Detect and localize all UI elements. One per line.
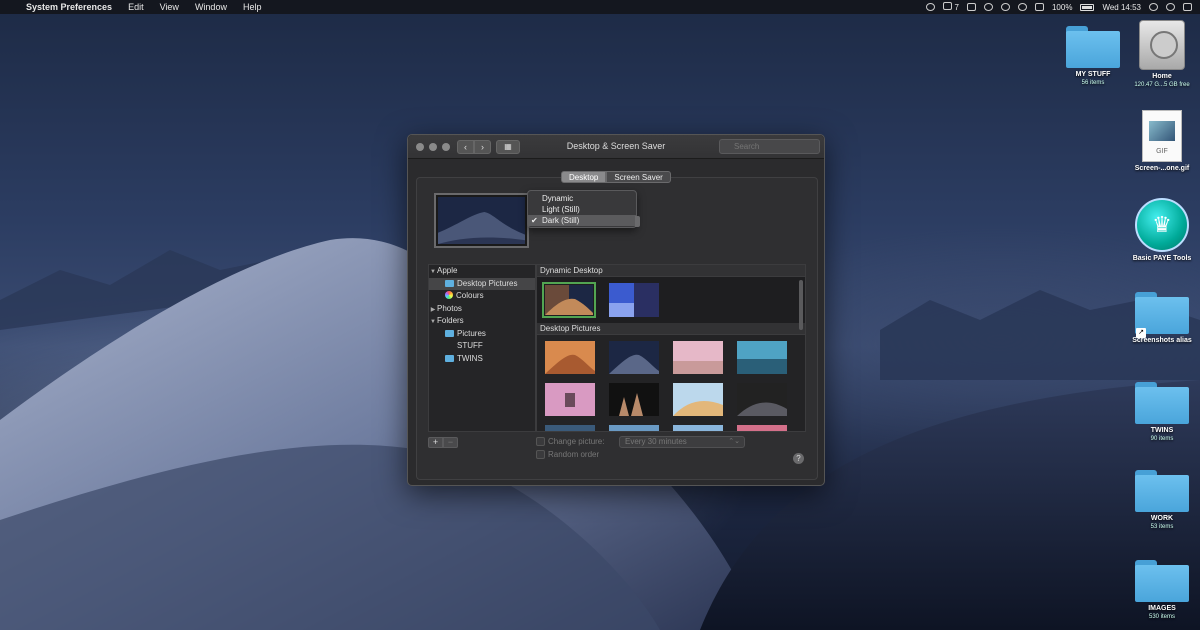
sidebar-item-desktop-pictures[interactable]: Desktop Pictures — [429, 277, 535, 290]
sidebar-item-stuff[interactable]: STUFF — [429, 340, 535, 353]
desktop-icon-gif-file[interactable]: GIF Screen-...one.gif — [1122, 110, 1200, 173]
battery-icon[interactable] — [1080, 3, 1095, 11]
wallpaper-thumb-mojave-dynamic[interactable] — [542, 282, 596, 318]
appearance-option-dynamic[interactable]: Dynamic — [528, 193, 636, 204]
change-picture-checkbox[interactable] — [536, 437, 545, 446]
random-order-label: Random order — [548, 450, 600, 459]
wallpaper-thumb-row3-4[interactable] — [737, 425, 787, 431]
siri-icon[interactable] — [1166, 3, 1175, 11]
source-list: ▼Apple Desktop Pictures Colours ▶ Photos … — [428, 264, 536, 432]
appearance-option-dark[interactable]: ✔ Dark (Still) — [528, 215, 636, 226]
folder-icon — [445, 279, 454, 287]
desktop-icon-twins[interactable]: TWINS 90 items — [1122, 382, 1200, 443]
folder-icon — [1066, 26, 1120, 68]
sidebar-item-photos[interactable]: ▶ Photos — [429, 303, 535, 316]
wallpaper-thumb-row3-1[interactable] — [545, 425, 595, 431]
tab-screen-saver[interactable]: Screen Saver — [606, 171, 671, 183]
sidebar-item-folders[interactable]: ▼Folders — [429, 315, 535, 328]
search-input[interactable] — [719, 139, 820, 154]
change-picture-label: Change picture: — [548, 437, 605, 446]
desktop-icon-basic-paye-tools[interactable]: ♛ Basic PAYE Tools — [1122, 198, 1200, 263]
gif-file-icon: GIF — [1142, 110, 1182, 162]
section-header-dynamic: Dynamic Desktop — [537, 265, 805, 277]
folder-icon — [1135, 382, 1189, 424]
stepper-arrows-icon: ⌃⌄ — [728, 438, 740, 445]
add-folder-button[interactable]: + — [428, 437, 443, 448]
preferences-window: ‹ › ▦ Desktop & Screen Saver Desktop Scr… — [407, 134, 825, 486]
time-machine-icon[interactable] — [983, 3, 993, 11]
wallpaper-thumb-dunes-gold[interactable] — [673, 383, 723, 416]
vertical-scrollbar[interactable] — [799, 280, 803, 330]
checkmark-icon: ✔ — [531, 216, 538, 225]
crown-app-icon: ♛ — [1135, 198, 1189, 252]
add-remove-folder-buttons: + − — [428, 437, 458, 448]
menu-view[interactable]: View — [152, 2, 187, 12]
headphones-icon[interactable] — [926, 3, 936, 11]
sidebar-item-apple[interactable]: ▼Apple — [429, 265, 535, 278]
desktop-icon-images[interactable]: IMAGES 530 items — [1122, 560, 1200, 621]
wallpaper-thumb-mojave-day[interactable] — [545, 341, 595, 374]
sidebar-item-pictures[interactable]: Pictures — [429, 328, 535, 341]
appearance-dropdown-menu[interactable]: Dynamic Light (Still) ✔ Dark (Still) — [527, 190, 637, 228]
alias-arrow-icon: ↗ — [1136, 328, 1146, 338]
colour-wheel-icon — [445, 291, 453, 299]
dropdown-popup-edge — [635, 216, 640, 227]
hard-drive-icon — [1139, 20, 1185, 70]
battery-percent[interactable]: 100% — [1052, 3, 1072, 12]
wallpaper-thumb-mojave-night[interactable] — [609, 341, 659, 374]
tab-desktop[interactable]: Desktop — [561, 171, 607, 183]
folder-icon — [1135, 560, 1189, 602]
menu-bar: System Preferences Edit View Window Help… — [0, 0, 1200, 14]
wallpaper-thumb-dunes-dark[interactable] — [737, 383, 787, 416]
help-button[interactable]: ? — [793, 453, 804, 464]
wallpaper-thumb-solar-gradients[interactable] — [609, 283, 659, 317]
appearance-option-light[interactable]: Light (Still) — [528, 204, 636, 215]
section-header-pictures: Desktop Pictures — [537, 323, 805, 335]
tab-switcher: Desktop Screen Saver — [561, 171, 671, 183]
desktop-icon-work[interactable]: WORK 53 items — [1122, 470, 1200, 531]
wallpaper-thumb-lake-teal[interactable] — [737, 341, 787, 374]
notification-center-icon[interactable] — [1183, 3, 1192, 11]
wifi-icon[interactable] — [1017, 3, 1027, 11]
change-picture-option: Change picture: — [536, 437, 604, 446]
change-interval-select[interactable]: Every 30 minutes ⌃⌄ — [619, 436, 745, 448]
wallpaper-thumb-row3-2[interactable] — [609, 425, 659, 431]
wallpaper-thumb-desert-dusk[interactable] — [673, 341, 723, 374]
folder-icon — [1135, 470, 1189, 512]
random-order-checkbox[interactable] — [536, 450, 545, 459]
wallpaper-thumb-rock-spires[interactable] — [609, 383, 659, 416]
notifications-badge[interactable]: 7 — [943, 2, 959, 12]
menu-window[interactable]: Window — [187, 2, 235, 12]
menu-edit[interactable]: Edit — [120, 2, 152, 12]
spotlight-icon[interactable] — [1149, 3, 1158, 11]
folder-icon — [445, 329, 454, 337]
calendar-icon[interactable] — [966, 3, 976, 11]
desktop-icon-home-drive[interactable]: Home 120.47 G...5 GB free — [1122, 20, 1200, 89]
desktop-icon-screenshots-alias[interactable]: ↗ Screenshots alias — [1122, 292, 1200, 345]
menu-help[interactable]: Help — [235, 2, 270, 12]
wallpaper-thumb-pink-lake[interactable] — [545, 383, 595, 416]
folder-icon — [445, 354, 454, 362]
remove-folder-button[interactable]: − — [443, 437, 458, 448]
clock[interactable]: Wed 14:53 — [1102, 3, 1141, 12]
wallpaper-browser: Dynamic Desktop Desktop Pictures — [536, 264, 806, 432]
desktop-icon-my-stuff[interactable]: MY STUFF 56 items — [1053, 26, 1133, 87]
bluetooth-icon[interactable] — [1000, 3, 1010, 11]
random-order-option: Random order — [536, 450, 599, 459]
airplay-icon[interactable] — [1034, 3, 1044, 11]
menu-app-name[interactable]: System Preferences — [22, 2, 120, 12]
title-bar[interactable]: ‹ › ▦ Desktop & Screen Saver — [408, 135, 824, 159]
wallpaper-thumb-row3-3[interactable] — [673, 425, 723, 431]
sidebar-item-colours[interactable]: Colours — [429, 290, 535, 303]
current-wallpaper-preview — [434, 193, 529, 248]
sidebar-item-twins[interactable]: TWINS — [429, 353, 535, 366]
